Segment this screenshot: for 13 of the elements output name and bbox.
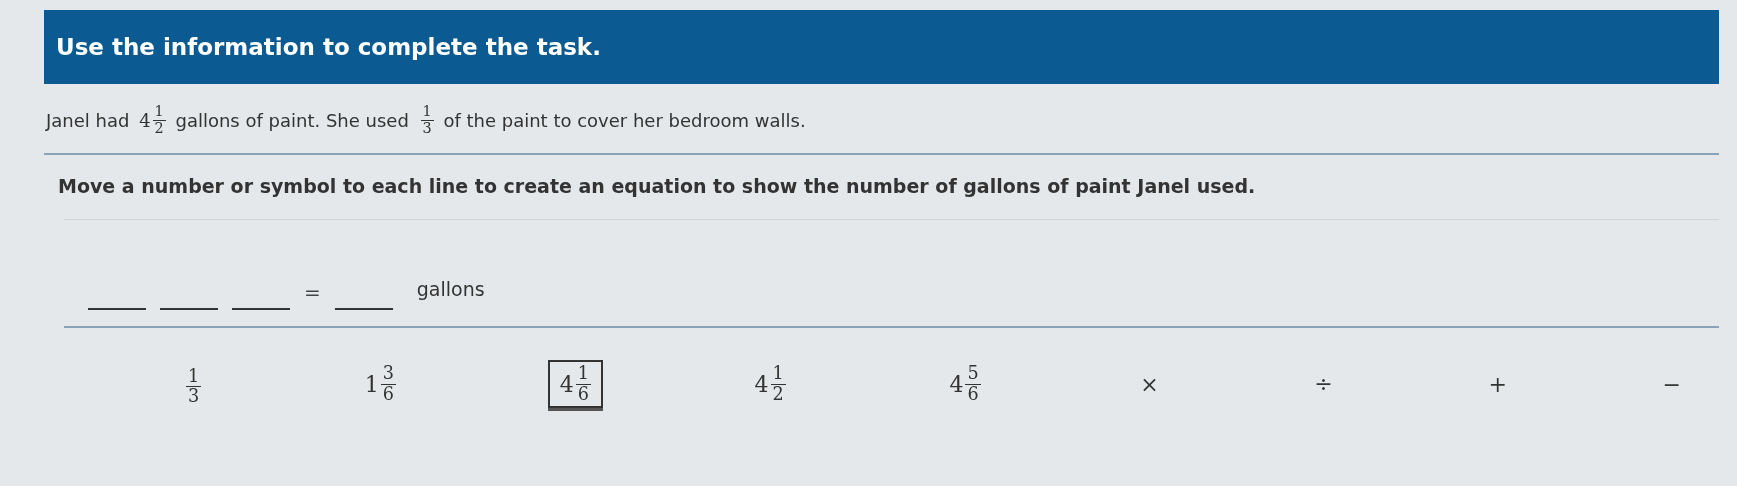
equals-sign: = [304, 279, 321, 304]
symbol-tile[interactable]: + [1480, 367, 1515, 401]
symbol-tile[interactable]: ÷ [1306, 367, 1341, 401]
answer-blank[interactable] [160, 305, 218, 310]
symbol-tile[interactable]: × [1132, 367, 1167, 401]
answer-blank[interactable] [334, 305, 393, 310]
symbol-tile[interactable]: − [1654, 367, 1689, 401]
unit-label: gallons [416, 277, 485, 300]
number-tile[interactable]: 1 3 [172, 357, 214, 411]
answer-blank[interactable] [232, 305, 290, 310]
instruction-text: Move a number or symbol to each line to create an equation to show the number of gallons of paint Janel used. [57, 173, 1257, 199]
question-header: Use the information to complete the task. [44, 10, 1719, 84]
answer-blank[interactable] [88, 305, 146, 310]
